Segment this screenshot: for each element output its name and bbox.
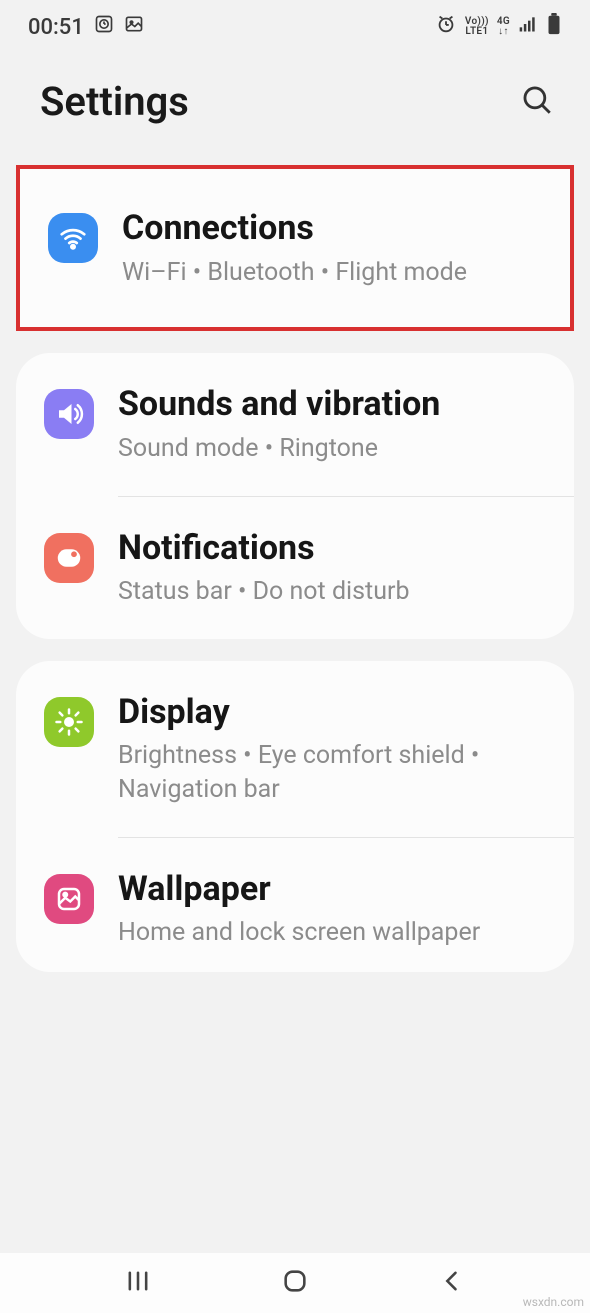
search-icon — [520, 83, 554, 117]
status-left: 00:51 — [28, 14, 144, 40]
status-right: Vo))) LTE1 4G ↓↑ — [435, 13, 562, 41]
item-subtitle: Wi–Fi • Bluetooth • Flight mode — [122, 256, 540, 290]
watermark: wsxdn.com — [523, 1295, 584, 1309]
item-subtitle: Sound mode • Ringtone — [118, 432, 544, 466]
settings-item-notifications[interactable]: Notifications Status bar • Do not distur… — [16, 497, 574, 639]
item-text: Display Brightness • Eye comfort shield … — [118, 691, 544, 807]
alarm-icon — [435, 13, 457, 41]
item-title: Sounds and vibration — [118, 383, 544, 426]
recents-button[interactable] — [124, 1267, 152, 1299]
image-app-icon — [124, 14, 144, 40]
search-button[interactable] — [520, 83, 554, 121]
wifi-icon — [48, 213, 98, 263]
item-text: Wallpaper Home and lock screen wallpaper — [118, 868, 544, 950]
back-button[interactable] — [438, 1267, 466, 1299]
wallpaper-icon — [44, 874, 94, 924]
notifications-icon — [44, 533, 94, 583]
settings-item-connections[interactable]: Connections Wi–Fi • Bluetooth • Flight m… — [16, 165, 574, 331]
data-arrows-icon: ↓↑ — [498, 27, 509, 37]
settings-item-display[interactable]: Display Brightness • Eye comfort shield … — [16, 661, 574, 837]
item-subtitle: Brightness • Eye comfort shield • Naviga… — [118, 739, 544, 807]
item-title: Notifications — [118, 527, 544, 570]
home-button[interactable] — [281, 1267, 309, 1299]
clock-app-icon — [94, 14, 114, 40]
item-title: Display — [118, 691, 544, 734]
settings-card-display-wallpaper: Display Brightness • Eye comfort shield … — [16, 661, 574, 972]
header: Settings — [0, 48, 590, 165]
item-title: Connections — [122, 207, 540, 250]
status-time: 00:51 — [28, 15, 84, 40]
page-title: Settings — [40, 78, 189, 125]
item-text: Sounds and vibration Sound mode • Ringto… — [118, 383, 544, 465]
sound-icon — [44, 389, 94, 439]
navigation-bar — [0, 1253, 590, 1313]
network-indicator: 4G ↓↑ — [497, 17, 510, 37]
signal-icon — [518, 14, 538, 40]
volte-indicator: Vo))) LTE1 — [465, 17, 489, 37]
item-subtitle: Status bar • Do not disturb — [118, 575, 544, 609]
item-text: Notifications Status bar • Do not distur… — [118, 527, 544, 609]
display-icon — [44, 697, 94, 747]
item-subtitle: Home and lock screen wallpaper — [118, 916, 544, 950]
settings-item-wallpaper[interactable]: Wallpaper Home and lock screen wallpaper — [16, 838, 574, 972]
item-text: Connections Wi–Fi • Bluetooth • Flight m… — [122, 207, 540, 289]
item-title: Wallpaper — [118, 868, 544, 911]
battery-icon — [546, 13, 562, 41]
status-bar: 00:51 Vo))) LTE1 4G ↓↑ — [0, 0, 590, 48]
settings-card-sound-notifications: Sounds and vibration Sound mode • Ringto… — [16, 353, 574, 639]
settings-item-sounds[interactable]: Sounds and vibration Sound mode • Ringto… — [16, 353, 574, 495]
